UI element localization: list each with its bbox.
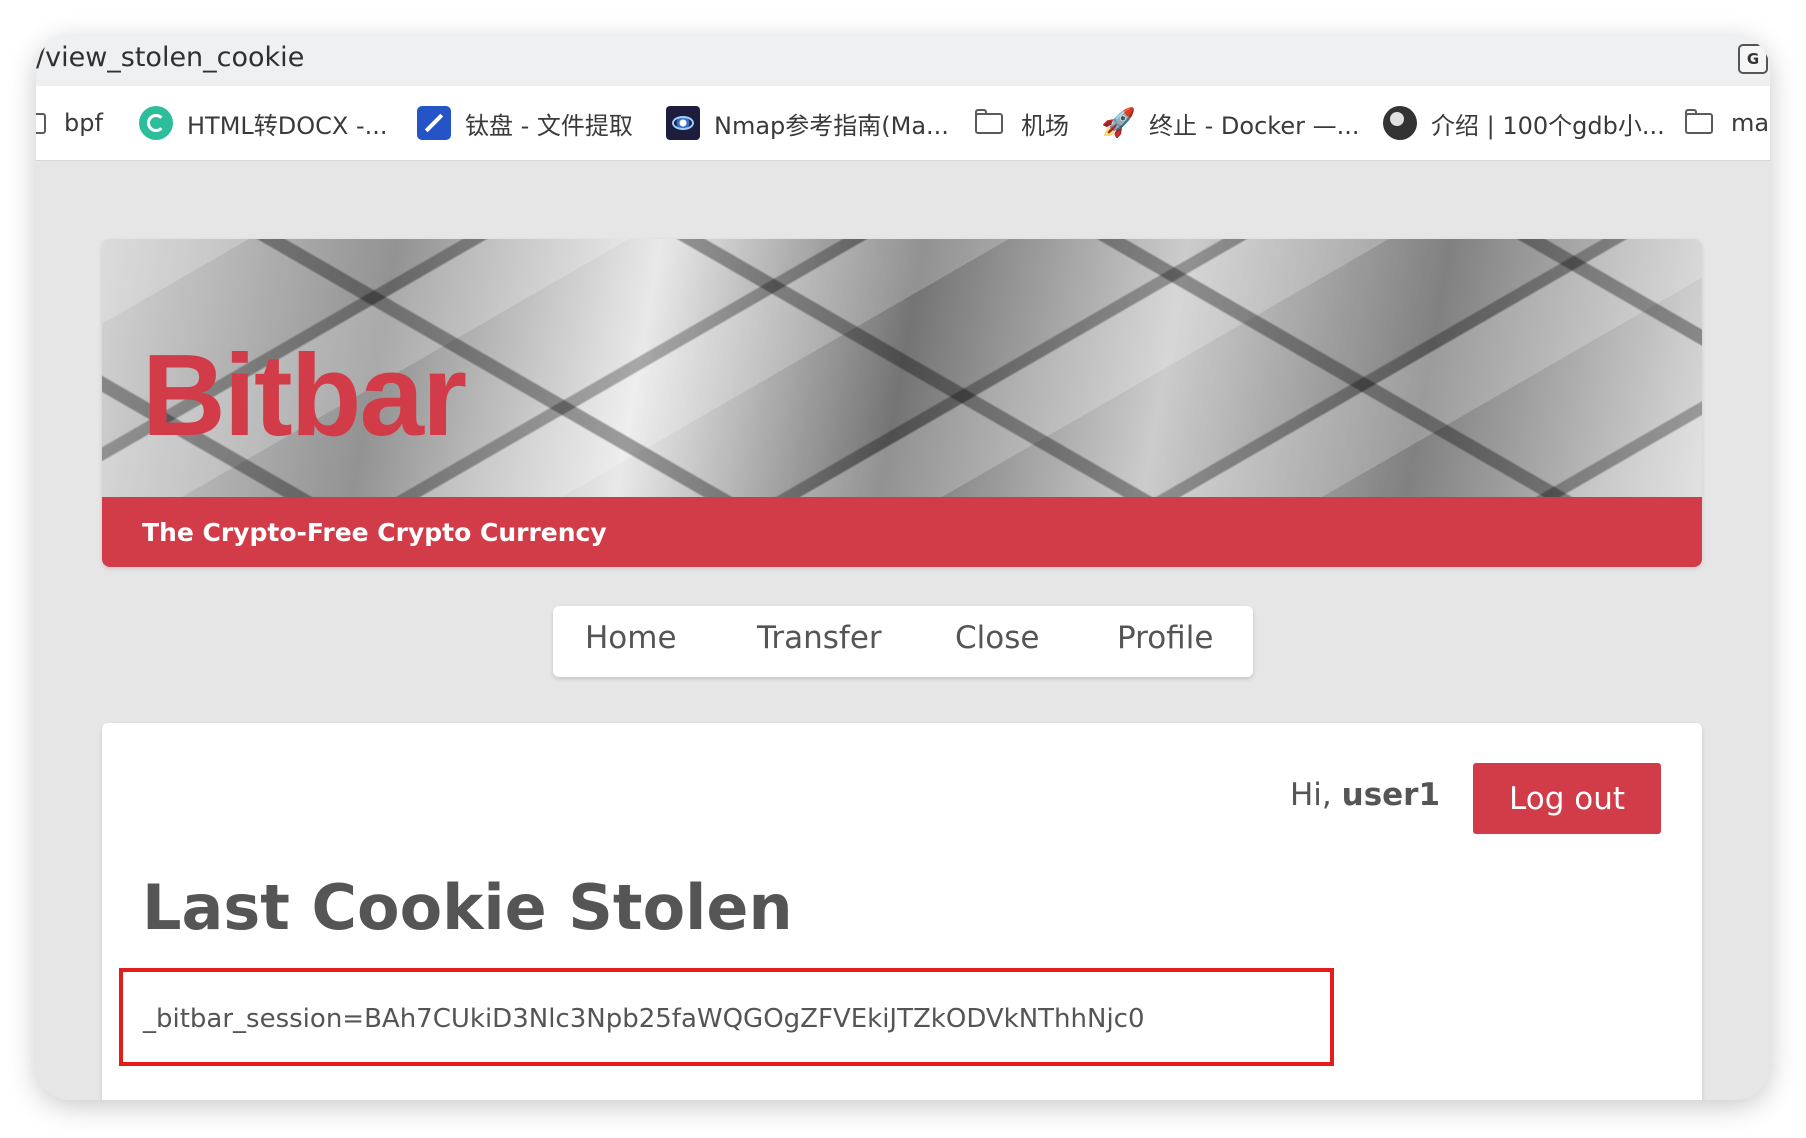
translate-icon[interactable]: G [1738, 44, 1768, 74]
site-banner: Bitbar The Crypto-Free Crypto Currency [102, 239, 1702, 567]
folder-icon [973, 106, 1007, 140]
bookmark-label: bpf [64, 109, 103, 137]
username: user1 [1341, 777, 1441, 813]
url-text[interactable]: /view_stolen_cookie [36, 42, 304, 73]
bookmark-nmap[interactable]: Nmap参考指南(Ma... [666, 104, 949, 142]
bookmark-label: 终止 - Docker —... [1149, 111, 1360, 140]
bookmark-titanium-disk[interactable]: 钛盘 - 文件提取 [417, 104, 633, 142]
user-greeting: Hi, user1 [1290, 777, 1440, 813]
bookmark-label: 机场 [1021, 111, 1069, 140]
bookmark-airport[interactable]: 机场 [973, 104, 1069, 142]
bookmark-ma[interactable]: ma [1683, 104, 1769, 142]
folder-icon [1683, 106, 1717, 140]
cookie-highlight-box: _bitbar_session=BAh7CUkiD3Nlc3Npb25faWQG… [119, 968, 1334, 1066]
titanium-disk-icon [417, 106, 451, 140]
eye-icon [666, 106, 700, 140]
bookmark-label: HTML转DOCX -... [187, 111, 388, 140]
banner-strip: The Crypto-Free Crypto Currency [102, 497, 1702, 567]
cycle-icon [139, 106, 173, 140]
site-logo: Bitbar [142, 330, 467, 460]
bookmark-bpf[interactable]: bpf [36, 104, 103, 142]
bookmarks-bar: bpf HTML转DOCX -... 钛盘 - 文件提取 Nmap参考指南(Ma… [36, 86, 1770, 161]
bookmark-gdb[interactable]: 介绍 | 100个gdb小... [1383, 104, 1665, 142]
nav-close[interactable]: Close [955, 620, 1039, 656]
main-nav: Home Transfer Close Profile [553, 606, 1253, 677]
bookmark-label: 钛盘 - 文件提取 [465, 111, 633, 140]
nav-home[interactable]: Home [585, 620, 677, 656]
nav-profile[interactable]: Profile [1117, 620, 1213, 656]
bookmark-docker[interactable]: 🚀 终止 - Docker —... [1101, 104, 1359, 142]
folder-icon [36, 106, 50, 140]
content-card: Hi, user1 Log out Last Cookie Stolen _bi… [102, 723, 1702, 1100]
greeting-prefix: Hi, [1290, 777, 1342, 813]
page-title: Last Cookie Stolen [142, 871, 793, 944]
address-bar[interactable]: /view_stolen_cookie G [36, 36, 1770, 86]
page-content: Bitbar The Crypto-Free Crypto Currency H… [36, 161, 1770, 1100]
rocket-icon: 🚀 [1101, 106, 1136, 139]
tagline: The Crypto-Free Crypto Currency [142, 518, 607, 547]
stolen-cookie-value: _bitbar_session=BAh7CUkiD3Nlc3Npb25faWQG… [143, 1004, 1145, 1034]
bookmark-label: 介绍 | 100个gdb小... [1431, 111, 1665, 140]
nav-transfer[interactable]: Transfer [757, 620, 882, 656]
bookmark-label: ma [1731, 109, 1770, 137]
globe-icon [1383, 106, 1417, 140]
bookmark-label: Nmap参考指南(Ma... [714, 111, 949, 140]
logout-button[interactable]: Log out [1473, 763, 1661, 834]
browser-window: /view_stolen_cookie G bpf HTML转DOCX -...… [36, 36, 1770, 1100]
bookmark-html-docx[interactable]: HTML转DOCX -... [139, 104, 388, 142]
